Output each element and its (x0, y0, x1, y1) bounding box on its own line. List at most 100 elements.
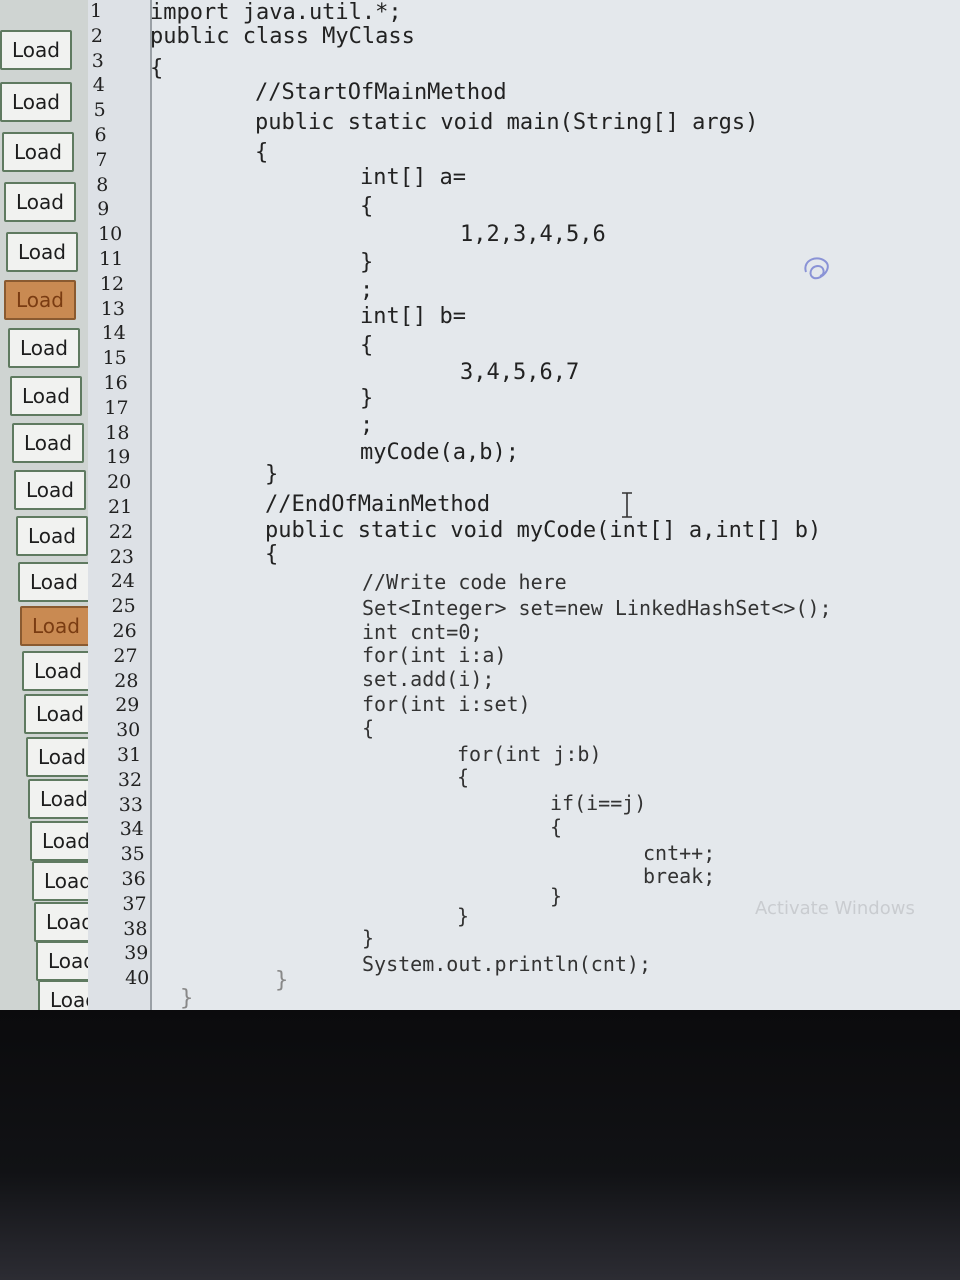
code-line[interactable]: public class MyClass (150, 24, 415, 49)
code-line[interactable]: 1,2,3,4,5,6 (460, 222, 606, 247)
doodle-icon (804, 257, 829, 280)
line-number: 33 (118, 793, 143, 816)
code-line[interactable]: for(int i:a) (362, 643, 507, 667)
text-cursor-icon (622, 492, 632, 518)
code-line[interactable]: for(int j:b) (457, 742, 602, 766)
code-line[interactable]: { (362, 716, 374, 740)
code-line[interactable]: } (180, 986, 193, 1010)
load-button[interactable]: Load (24, 694, 96, 734)
load-button[interactable]: Load (18, 562, 90, 602)
load-button[interactable]: Load (10, 376, 82, 416)
code-line[interactable]: } (362, 926, 374, 950)
line-number: 7 (95, 148, 108, 171)
code-line[interactable]: set.add(i); (362, 667, 494, 691)
load-button[interactable]: Load (2, 132, 74, 172)
code-line[interactable]: { (550, 815, 562, 839)
load-button[interactable]: Load (14, 470, 86, 510)
line-number: 31 (117, 744, 142, 766)
line-number: 34 (119, 818, 144, 841)
activation-watermark: Activate Windows (755, 898, 915, 919)
line-number: 1 (90, 0, 103, 22)
line-number: 19 (106, 446, 131, 469)
line-number: 20 (107, 471, 132, 494)
code-line[interactable]: { (150, 56, 163, 81)
code-line[interactable]: ; (360, 278, 373, 303)
code-line[interactable]: int[] a= (360, 165, 466, 190)
code-line[interactable]: cnt++; (643, 841, 715, 865)
line-number: 8 (96, 173, 109, 196)
code-line[interactable]: { (265, 542, 278, 567)
line-number: 6 (94, 124, 107, 146)
line-number: 24 (110, 570, 135, 593)
code-line[interactable]: ; (360, 413, 373, 438)
line-number: 10 (98, 223, 123, 246)
code-line[interactable]: myCode(a,b); (360, 440, 519, 465)
code-line[interactable]: Set<Integer> set=new LinkedHashSet<>(); (362, 596, 832, 620)
line-number: 30 (116, 719, 141, 742)
line-number: 21 (108, 496, 133, 518)
line-number-gutter: 1 2 3 4 5 6 7 8 9 10 11 12 13 14 15 16 17 18 19 20 21 22 23 24 2… (88, 0, 152, 1010)
code-line[interactable]: if(i==j) (550, 791, 646, 815)
line-number: 16 (103, 372, 128, 394)
code-editor[interactable]: import java.util.*; public class MyClass {… (150, 0, 960, 1010)
line-number: 15 (102, 347, 127, 370)
code-line[interactable]: } (550, 884, 562, 908)
line-number: 5 (93, 99, 106, 122)
load-button[interactable]: Load (4, 182, 76, 222)
line-number: 22 (108, 520, 134, 543)
load-button[interactable]: Load (12, 423, 84, 463)
code-line[interactable]: { (360, 194, 373, 219)
line-number: 18 (105, 421, 130, 444)
code-line[interactable]: int cnt=0; (362, 620, 482, 644)
code-line[interactable]: { (360, 333, 373, 358)
load-button[interactable]: Load (16, 516, 88, 556)
code-line[interactable]: //StartOfMainMethod (255, 80, 507, 105)
code-line[interactable]: { (457, 765, 469, 789)
line-number: 9 (97, 198, 110, 221)
line-number: 35 (120, 843, 145, 866)
line-number: 32 (117, 768, 143, 791)
line-number: 28 (114, 669, 139, 692)
load-button[interactable]: Load (6, 232, 78, 272)
load-button[interactable]: Load (4, 280, 76, 320)
load-button[interactable]: Load (0, 30, 72, 70)
line-number: 29 (115, 694, 140, 717)
code-line[interactable]: public static void myCode(int[] a,int[] … (265, 518, 821, 543)
code-line[interactable]: { (255, 140, 268, 165)
load-button[interactable]: Load (0, 82, 72, 122)
line-number: 39 (124, 942, 149, 965)
editor-screen: Load Load Load Load Load Load Load Load Load Load… (0, 0, 960, 1010)
code-line[interactable]: } (457, 904, 469, 928)
code-line[interactable]: for(int i:set) (362, 692, 531, 716)
load-button[interactable]: Load (8, 328, 80, 368)
line-number: 23 (109, 545, 134, 568)
load-button[interactable]: Load (22, 651, 94, 691)
code-line[interactable]: break; (643, 864, 715, 888)
line-number: 17 (104, 396, 129, 419)
code-line[interactable]: //EndOfMainMethod (265, 492, 490, 517)
line-number: 25 (111, 595, 136, 618)
line-number: 2 (90, 24, 103, 47)
load-button[interactable]: Load (20, 606, 92, 646)
line-number: 3 (91, 49, 104, 72)
code-line[interactable]: } (360, 386, 373, 411)
code-line[interactable]: //Write code here (362, 570, 567, 594)
line-number: 38 (123, 917, 148, 940)
code-line[interactable]: } (265, 462, 278, 487)
line-number: 36 (121, 868, 146, 890)
code-line[interactable]: } (360, 250, 373, 275)
line-number: 27 (113, 644, 138, 667)
code-line[interactable]: } (275, 968, 288, 993)
code-line[interactable]: public static void main(String[] args) (255, 110, 758, 135)
code-line[interactable]: import java.util.*; (150, 0, 402, 25)
code-line[interactable]: 3,4,5,6,7 (460, 360, 579, 385)
line-number: 14 (101, 322, 126, 345)
code-line[interactable]: int[] b= (360, 304, 466, 329)
code-line[interactable]: System.out.println(cnt); (362, 952, 651, 976)
line-number: 12 (99, 272, 125, 295)
monitor-bezel (0, 1010, 960, 1280)
line-number: 13 (100, 297, 125, 320)
line-number: 26 (112, 620, 137, 642)
line-number: 11 (99, 248, 124, 270)
line-number: 37 (122, 892, 147, 915)
